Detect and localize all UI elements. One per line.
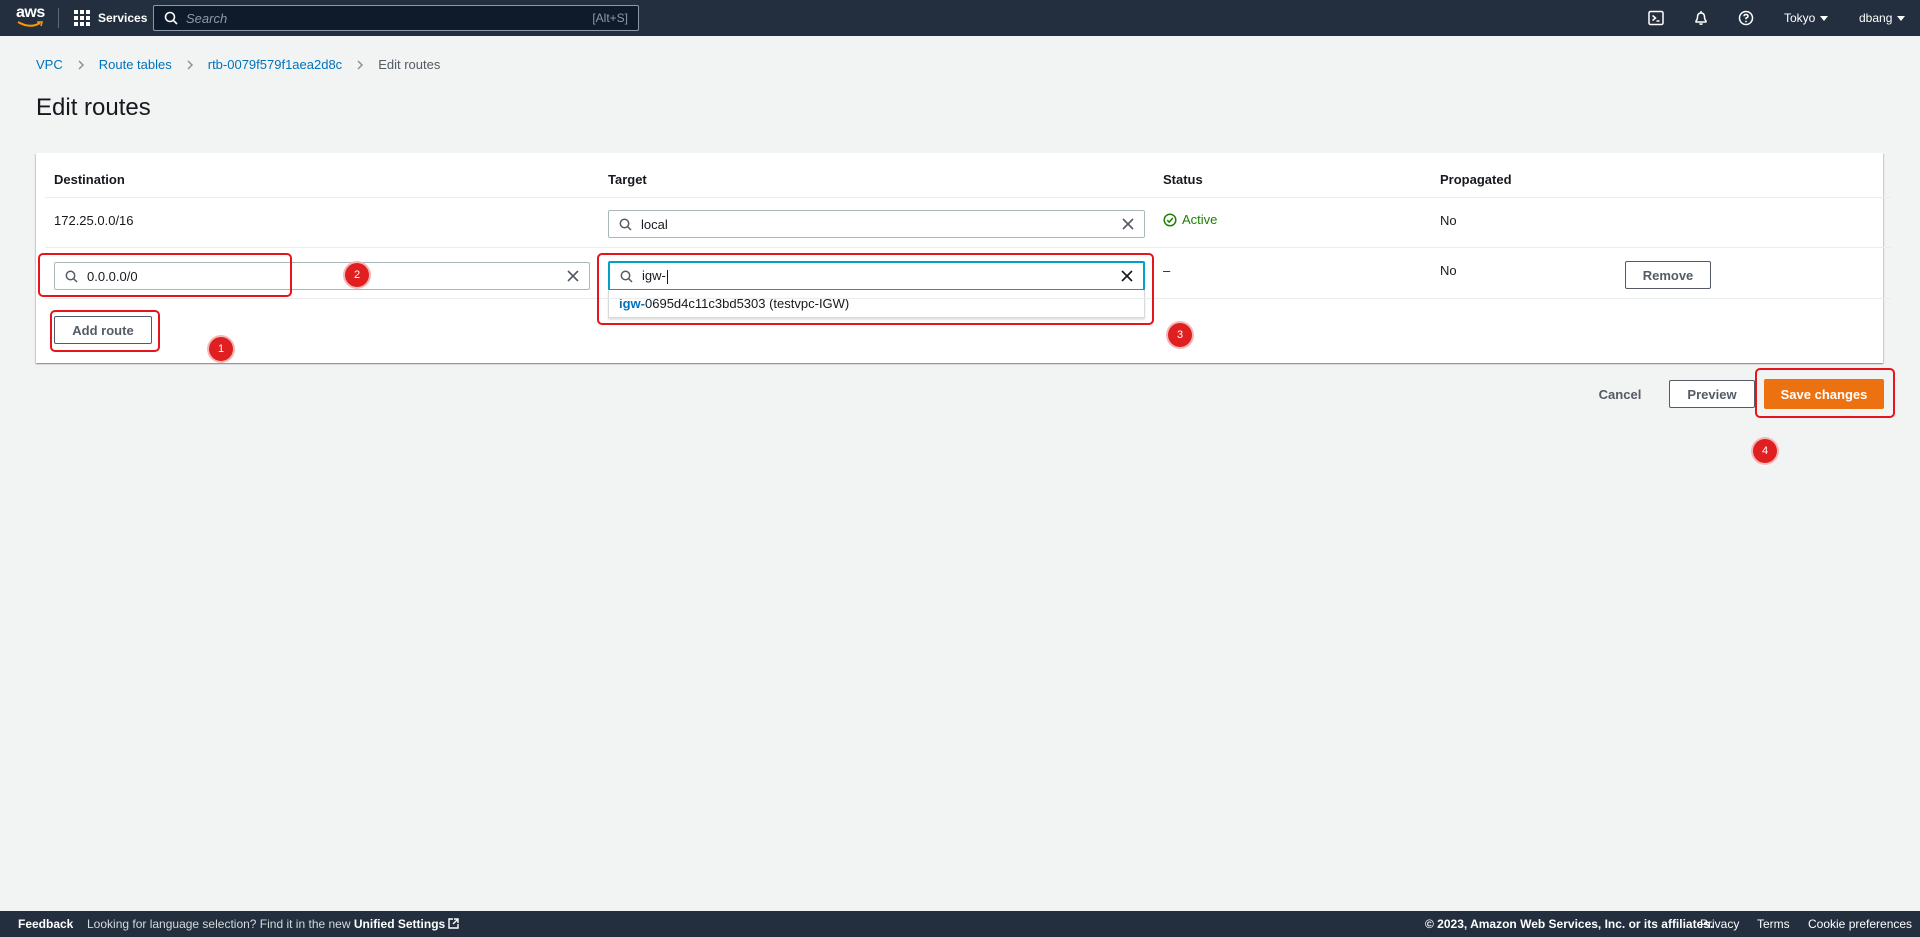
feedback-link[interactable]: Feedback [18,917,73,931]
search-icon [164,11,178,25]
add-route-button[interactable]: Add route [54,316,152,344]
unified-settings-link[interactable]: Unified Settings [354,917,445,931]
remove-route-button[interactable]: Remove [1625,261,1711,289]
chevron-right-icon [187,59,193,70]
row-divider [45,298,1892,299]
row-divider [45,247,1892,248]
account-menu[interactable]: dbang [1859,0,1906,36]
route-1-target-field[interactable]: local [608,210,1145,238]
bell-icon[interactable] [1693,10,1709,26]
route-1-status-text: Active [1182,212,1218,227]
chevron-right-icon [78,59,84,70]
header-target: Target [608,172,647,187]
breadcrumb-route-tables[interactable]: Route tables [99,57,172,72]
route-2-status: – [1163,263,1171,278]
top-navigation: aws Services [Alt+S] Tokyo [0,0,1920,36]
route-2-destination-field[interactable]: 0.0.0.0/0 [54,262,590,290]
privacy-link[interactable]: Privacy [1700,917,1739,931]
header-propagated: Propagated [1440,172,1512,187]
status-success-icon [1163,212,1177,227]
clear-icon[interactable] [1122,218,1134,230]
cookie-preferences-link[interactable]: Cookie preferences [1808,917,1912,931]
language-notice: Looking for language selection? Find it … [87,917,459,931]
route-1-status: Active [1163,212,1217,227]
clear-icon[interactable] [567,270,579,282]
clear-icon[interactable] [1121,270,1133,282]
target-suggestion-option[interactable]: igw- 0695d4c11c3bd5303 (testvpc-IGW) [608,290,1145,318]
caret-down-icon [1897,15,1906,21]
route-1-destination: 172.25.0.0/16 [54,213,134,228]
services-menu-button[interactable]: Services [74,0,147,36]
grid-icon [74,10,90,26]
route-2-target-value[interactable]: igw- [642,268,1121,284]
cancel-button[interactable]: Cancel [1588,385,1652,403]
region-selector[interactable]: Tokyo [1784,0,1829,36]
breadcrumb-current: Edit routes [378,57,441,72]
text-cursor [666,269,668,284]
help-icon[interactable] [1738,10,1754,26]
header-status: Status [1163,172,1203,187]
preview-button[interactable]: Preview [1669,380,1755,408]
breadcrumb: VPC Route tables rtb-0079f579f1aea2d8c E… [36,57,440,72]
route-2-destination-value: 0.0.0.0/0 [87,268,138,284]
route-2-propagated: No [1440,263,1457,278]
row-divider [45,197,1892,198]
search-icon [65,270,78,283]
services-label: Services [98,11,148,25]
search-icon [619,218,632,231]
header-destination: Destination [54,172,125,187]
chevron-right-icon [357,59,364,70]
route-1-target-value: local [641,216,668,232]
footer-bar: Feedback Looking for language selection?… [0,911,1920,937]
annotation-marker-1: 1 [209,337,233,361]
annotation-marker-4: 4 [1753,439,1777,463]
external-link-icon [448,918,459,929]
annotation-marker-3: 3 [1168,323,1192,347]
caret-down-icon [1820,15,1829,21]
save-changes-button[interactable]: Save changes [1764,379,1884,409]
account-label: dbang [1859,11,1893,25]
nav-divider [58,8,59,28]
aws-logo[interactable]: aws [16,5,46,31]
route-1-propagated: No [1440,213,1457,228]
search-icon [620,270,633,283]
smile-icon [17,21,43,27]
search-shortcut: [Alt+S] [592,11,628,25]
breadcrumb-vpc[interactable]: VPC [36,57,63,72]
terms-link[interactable]: Terms [1757,917,1790,931]
annotation-marker-2: 2 [345,263,369,287]
breadcrumb-route-table-id[interactable]: rtb-0079f579f1aea2d8c [208,57,342,72]
copyright: © 2023, Amazon Web Services, Inc. or its… [1425,917,1714,931]
global-search[interactable]: [Alt+S] [153,5,639,31]
cloudshell-icon[interactable] [1648,10,1664,26]
route-2-target-field[interactable]: igw- [608,261,1145,291]
routes-panel [36,153,1883,363]
search-input[interactable] [186,10,593,26]
page-title: Edit routes [36,94,151,121]
region-label: Tokyo [1784,11,1816,25]
